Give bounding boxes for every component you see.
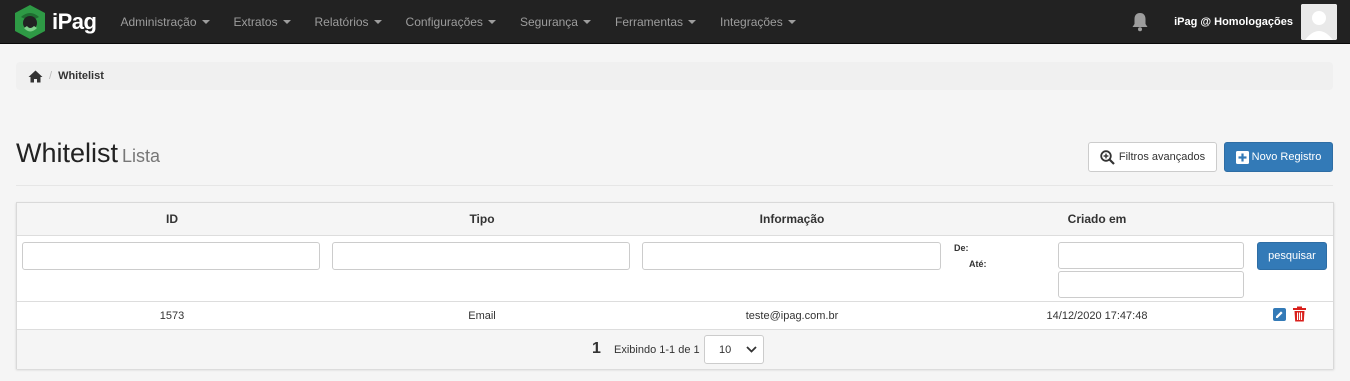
table-header: ID Tipo Informação Criado em — [17, 203, 1333, 236]
nav-label: Configurações — [405, 14, 483, 29]
search-button[interactable]: pesquisar — [1257, 242, 1327, 270]
caret-down-icon — [487, 19, 496, 24]
column-header-id[interactable]: ID — [17, 203, 327, 236]
nav-label: Administração — [120, 14, 197, 29]
breadcrumb-separator: / — [49, 70, 53, 82]
cell-tipo: Email — [468, 310, 496, 322]
caret-down-icon — [582, 19, 591, 24]
ipag-logo-icon — [15, 4, 45, 39]
page-size-value: 10 — [719, 343, 732, 356]
cell-criado-em: 14/12/2020 17:47:48 — [1046, 310, 1148, 322]
page-header: Whitelist Lista Filtros avançados Novo Re… — [16, 138, 1333, 186]
zoom-in-icon — [1100, 149, 1115, 165]
pagination-info: Exibindo 1-1 de 1 — [614, 344, 700, 356]
caret-down-icon — [688, 19, 697, 24]
column-header-informacao[interactable]: Informação — [637, 203, 947, 236]
top-navbar: iPag Administração Extratos Relatórios C… — [0, 0, 1350, 44]
home-icon[interactable] — [28, 70, 43, 83]
nav-label: Relatórios — [314, 14, 369, 29]
id-filter-input[interactable] — [22, 242, 320, 270]
brand-name: iPag — [52, 8, 97, 34]
caret-down-icon — [201, 19, 210, 24]
date-to-input[interactable] — [1058, 271, 1244, 298]
user-avatar-icon — [1301, 4, 1337, 40]
bell-icon — [1132, 13, 1148, 32]
nav-label: Segurança — [519, 14, 578, 29]
tipo-filter-input[interactable] — [332, 242, 630, 270]
pencil-icon — [1276, 311, 1283, 318]
nav-label: Ferramentas — [614, 14, 684, 29]
page-size-select[interactable]: 10 — [704, 335, 764, 364]
breadcrumb-current: Whitelist — [58, 70, 104, 82]
nav-relatorios[interactable]: Relatórios — [303, 0, 394, 44]
table-footer: 1 Exibindo 1-1 de 1 10 — [17, 330, 1333, 369]
nav-integracoes[interactable]: Integrações — [708, 0, 808, 44]
caret-down-icon — [282, 19, 291, 24]
nav-configuracoes[interactable]: Configurações — [394, 0, 508, 44]
plus-square-icon — [1235, 150, 1249, 164]
table-row[interactable]: 1573 Email teste@ipag.com.br 14/12/2020 … — [17, 302, 1333, 330]
whitelist-table: ID Tipo Informação Criado em De: Até: pe… — [16, 202, 1334, 369]
column-header-criado-em[interactable]: Criado em — [947, 203, 1247, 236]
nav-right: iPag @ Homologações — [1120, 0, 1350, 44]
advanced-filters-button[interactable]: Filtros avançados — [1088, 142, 1217, 172]
new-record-button[interactable]: Novo Registro — [1224, 142, 1333, 172]
nav-label: Integrações — [720, 14, 783, 29]
date-from-label: De: — [954, 243, 969, 253]
advanced-filters-label: Filtros avançados — [1118, 151, 1206, 163]
nav-administracao[interactable]: Administração — [108, 0, 221, 44]
main-nav: Administração Extratos Relatórios Config… — [108, 0, 807, 44]
breadcrumb: / Whitelist — [16, 62, 1333, 90]
nav-label: Extratos — [233, 14, 278, 29]
nav-ferramentas[interactable]: Ferramentas — [603, 0, 708, 44]
filter-row: De: Até: pesquisar — [17, 236, 1333, 302]
avatar[interactable] — [1301, 4, 1337, 40]
current-page[interactable]: 1 — [592, 340, 601, 358]
user-menu[interactable]: iPag @ Homologações — [1174, 16, 1293, 28]
column-header-tipo[interactable]: Tipo — [327, 203, 637, 236]
brand[interactable]: iPag — [10, 0, 97, 44]
cell-informacao: teste@ipag.com.br — [745, 310, 839, 322]
page-title: Whitelist Lista — [16, 138, 160, 169]
caret-down-icon — [373, 19, 382, 24]
date-from-input[interactable] — [1058, 242, 1244, 269]
page-title-text: Whitelist — [16, 138, 119, 168]
trash-icon[interactable] — [1292, 306, 1307, 322]
informacao-filter-input[interactable] — [642, 242, 941, 270]
date-to-label: Até: — [969, 259, 987, 269]
edit-button[interactable] — [1273, 308, 1286, 321]
page-subtitle: Lista — [122, 146, 161, 166]
caret-down-icon — [787, 19, 796, 24]
cell-id: 1573 — [159, 310, 185, 322]
nav-seguranca[interactable]: Segurança — [508, 0, 603, 44]
nav-extratos[interactable]: Extratos — [222, 0, 303, 44]
chevron-down-icon — [746, 346, 757, 353]
new-record-label: Novo Registro — [1251, 151, 1322, 163]
notifications-button[interactable] — [1120, 0, 1160, 44]
